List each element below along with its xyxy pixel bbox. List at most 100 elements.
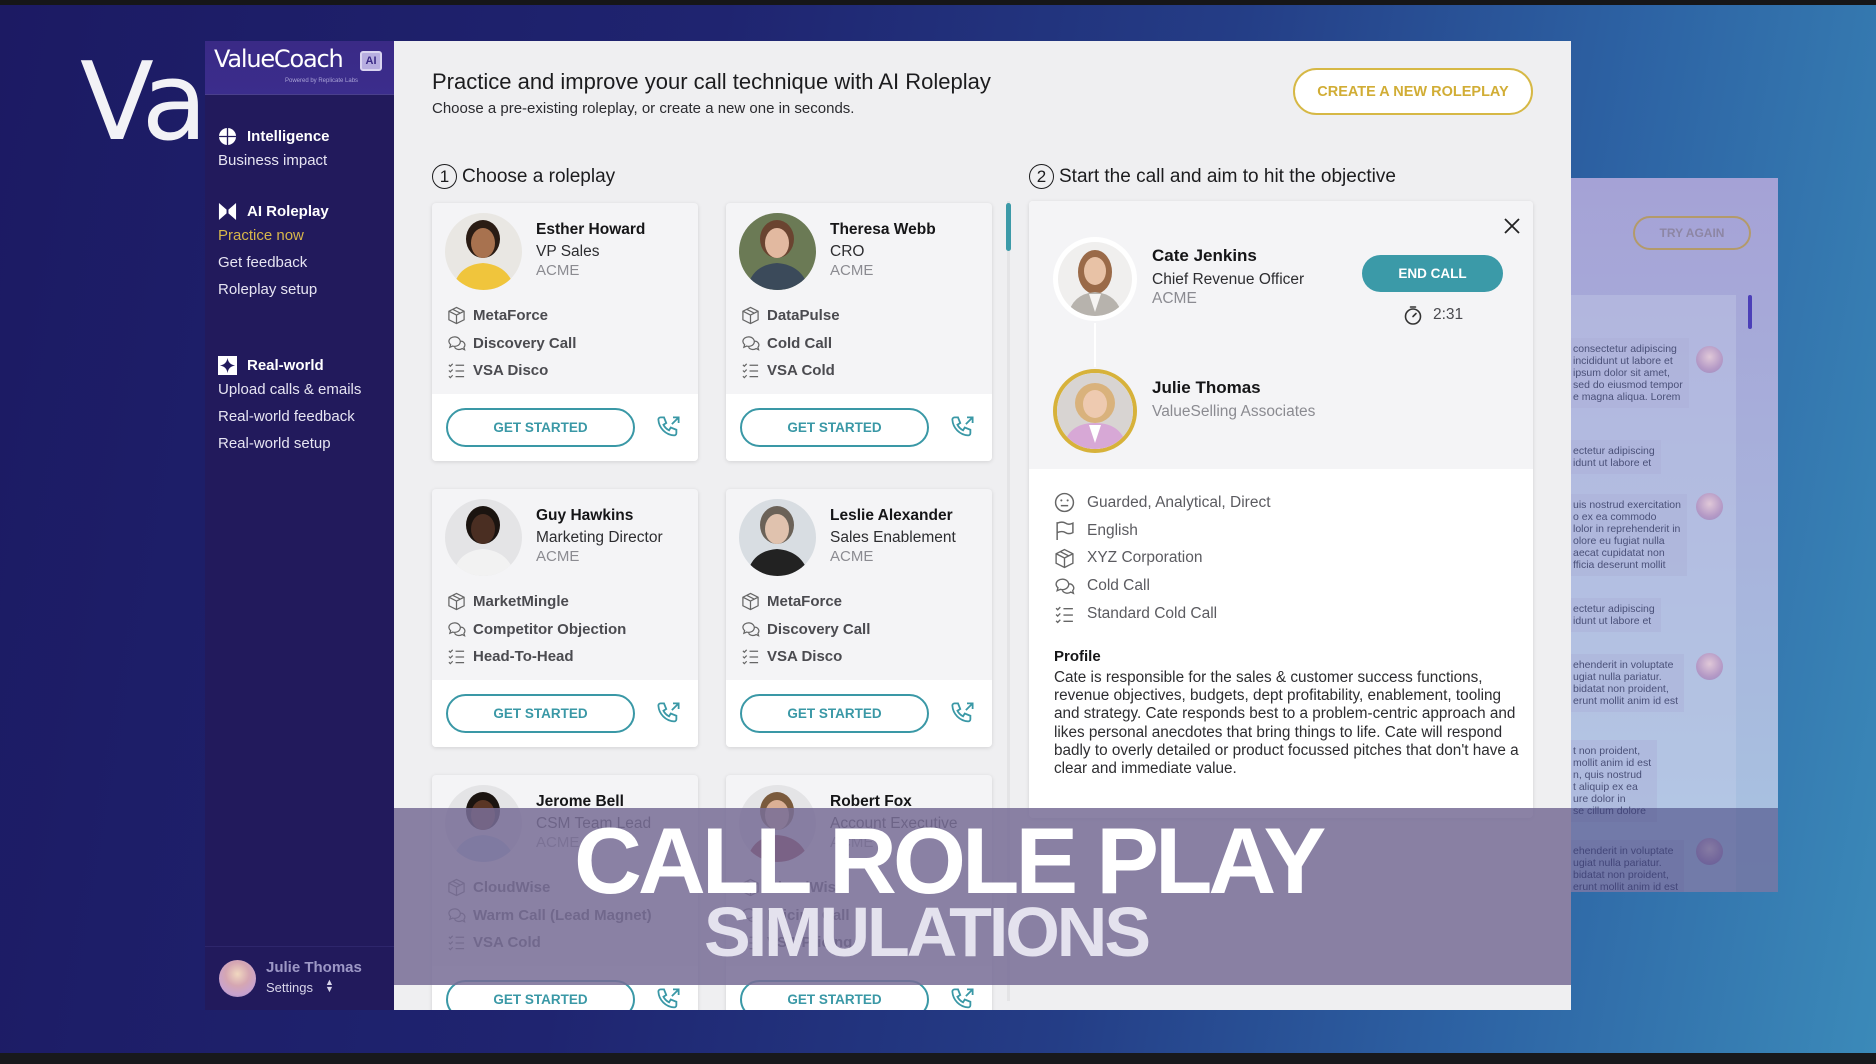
tag-text: VSA Cold xyxy=(767,362,835,380)
nav-item-real-world-feedback[interactable]: Real-world feedback xyxy=(218,403,361,430)
nav-head-ai-roleplay[interactable]: AI Roleplay xyxy=(218,200,329,222)
stopwatch-icon xyxy=(1404,306,1422,325)
roleplay-tags: MetaForce Discovery Call VSA Disco xyxy=(447,302,576,385)
nav-item-business-impact[interactable]: Business impact xyxy=(218,147,330,174)
chat-message: uis nostrud exercitation o ex ea commodo… xyxy=(1571,494,1687,576)
sidebar: ValueCoach AI Powered by Replicate Labs … xyxy=(205,41,394,1010)
chat-message: ectetur adipiscing idunt ut labore et xyxy=(1571,440,1661,474)
call-connector-line xyxy=(1094,323,1096,367)
nav-head-real-world[interactable]: Real-world xyxy=(218,354,361,376)
attribute-language: English xyxy=(1054,517,1271,545)
persona-avatar xyxy=(445,213,522,290)
nav-head-intelligence[interactable]: Intelligence xyxy=(218,125,330,147)
get-started-button[interactable]: GET STARTED xyxy=(740,408,929,447)
attribute-text: Cold Call xyxy=(1087,577,1150,595)
persona-company: ACME xyxy=(536,262,580,279)
roleplay-card[interactable]: Theresa Webb CRO ACME DataPulse Cold Call VSA… xyxy=(726,203,992,461)
get-started-button[interactable]: GET STARTED xyxy=(740,694,929,733)
box-icon xyxy=(448,592,465,611)
chevron-updown-icon[interactable]: ▲ ▼ xyxy=(325,978,334,994)
logo[interactable]: ValueCoach AI Powered by Replicate Labs xyxy=(205,41,394,95)
chat-avatar xyxy=(1696,346,1723,373)
user-avatar xyxy=(219,960,256,997)
prospect-title: Chief Revenue Officer xyxy=(1152,271,1305,288)
nav-item-get-feedback[interactable]: Get feedback xyxy=(218,249,329,276)
roleplay-card[interactable]: Guy Hawkins Marketing Director ACME MarketM… xyxy=(432,489,698,747)
persona-name: Leslie Alexander xyxy=(830,507,953,524)
attribute-call-type: Cold Call xyxy=(1054,572,1271,600)
tag-call-type: Competitor Objection xyxy=(447,616,626,644)
create-roleplay-button[interactable]: CREATE A NEW ROLEPLAY xyxy=(1293,68,1533,115)
attribute-text: Standard Cold Call xyxy=(1087,605,1218,623)
nav-item-real-world-setup[interactable]: Real-world setup xyxy=(218,430,361,457)
tag-text: Head-To-Head xyxy=(473,648,574,666)
user-name: Julie Thomas xyxy=(266,959,362,976)
profile-description: Cate is responsible for the sales & cust… xyxy=(1054,669,1519,778)
chat-message: ectetur adipiscing idunt ut labore et xyxy=(1571,598,1661,632)
persona-avatar xyxy=(739,499,816,576)
page-subtitle: Choose a pre-existing roleplay, or creat… xyxy=(432,100,855,117)
close-icon[interactable] xyxy=(1503,217,1521,235)
attribute-text: Guarded, Analytical, Direct xyxy=(1087,493,1271,511)
rep-company: ValueSelling Associates xyxy=(1152,403,1316,420)
box-icon xyxy=(1055,548,1074,569)
tag-methodology: VSA Disco xyxy=(447,357,576,385)
persona-role: CRO xyxy=(830,243,865,260)
roleplay-card[interactable]: Esther Howard VP Sales ACME MetaForce Discov… xyxy=(432,203,698,461)
tag-methodology: VSA Disco xyxy=(741,643,870,671)
end-call-button[interactable]: END CALL xyxy=(1362,255,1503,292)
settings-link[interactable]: Settings xyxy=(266,980,313,995)
tag-text: Competitor Objection xyxy=(473,620,627,638)
roleplay-tags: MetaForce Discovery Call VSA Disco xyxy=(741,588,870,671)
roleplay-card[interactable]: Leslie Alexander Sales Enablement ACME Meta… xyxy=(726,489,992,747)
persona-avatar xyxy=(739,213,816,290)
tag-text: VSA Disco xyxy=(767,648,843,666)
get-started-button[interactable]: GET STARTED xyxy=(446,694,635,733)
profile-heading: Profile xyxy=(1054,648,1101,665)
attribute-personality: Guarded, Analytical, Direct xyxy=(1054,489,1271,517)
card-footer: GET STARTED xyxy=(432,680,698,747)
nav-group-ai-roleplay: AI Roleplay Practice now Get feedback Ro… xyxy=(218,200,329,303)
phone-outgoing-icon[interactable] xyxy=(949,700,976,727)
box-icon xyxy=(742,306,759,325)
tag-product: MarketMingle xyxy=(447,588,626,616)
chat-avatar xyxy=(1696,493,1723,520)
attribute-company: XYZ Corporation xyxy=(1054,545,1271,573)
phone-outgoing-icon[interactable] xyxy=(655,700,682,727)
roleplay-list-scrollbar-thumb[interactable] xyxy=(1006,203,1011,251)
box-icon xyxy=(742,592,759,611)
card-footer: GET STARTED xyxy=(726,394,992,461)
tag-text: MarketMingle xyxy=(473,593,569,611)
tag-product: DataPulse xyxy=(741,302,840,330)
tag-text: MetaForce xyxy=(767,593,843,611)
background-scrollbar[interactable] xyxy=(1748,295,1752,329)
nav-item-roleplay-setup[interactable]: Roleplay setup xyxy=(218,276,329,303)
phone-outgoing-icon[interactable] xyxy=(655,414,682,441)
nav-head-label: AI Roleplay xyxy=(247,202,329,220)
persona-avatar xyxy=(445,499,522,576)
phone-outgoing-icon[interactable] xyxy=(949,414,976,441)
roleplay-tags: DataPulse Cold Call VSA Cold xyxy=(741,302,840,385)
chat-message: ehenderit in voluptate ugiat nulla paria… xyxy=(1571,654,1685,712)
phone-outgoing-icon[interactable] xyxy=(949,986,976,1010)
user-menu[interactable]: Julie Thomas Settings ▲ ▼ xyxy=(205,946,394,1010)
get-started-button[interactable]: GET STARTED xyxy=(446,408,635,447)
persona-role: VP Sales xyxy=(536,243,600,260)
checklist-icon xyxy=(742,363,759,379)
chat-icon xyxy=(448,621,466,637)
tag-text: Discovery Call xyxy=(767,620,871,638)
timer-value: 2:31 xyxy=(1433,306,1464,323)
globe-icon xyxy=(218,127,237,145)
call-detail-panel: Cate Jenkins Chief Revenue Officer ACME … xyxy=(1029,201,1533,818)
attribute-text: English xyxy=(1087,521,1138,539)
phone-outgoing-icon[interactable] xyxy=(655,986,682,1010)
tag-text: VSA Disco xyxy=(473,362,549,380)
nav-item-upload-calls[interactable]: Upload calls & emails xyxy=(218,376,361,403)
try-again-button[interactable]: TRY AGAIN xyxy=(1633,216,1751,250)
logo-ai-badge: AI xyxy=(360,51,382,71)
background-feedback-panel: TRY AGAIN consectetur adipiscing incidid… xyxy=(1571,178,1778,892)
step-number: 1 xyxy=(432,164,457,189)
persona-name: Theresa Webb xyxy=(830,221,936,238)
tag-product: MetaForce xyxy=(741,588,870,616)
nav-item-practice-now[interactable]: Practice now xyxy=(218,222,329,249)
